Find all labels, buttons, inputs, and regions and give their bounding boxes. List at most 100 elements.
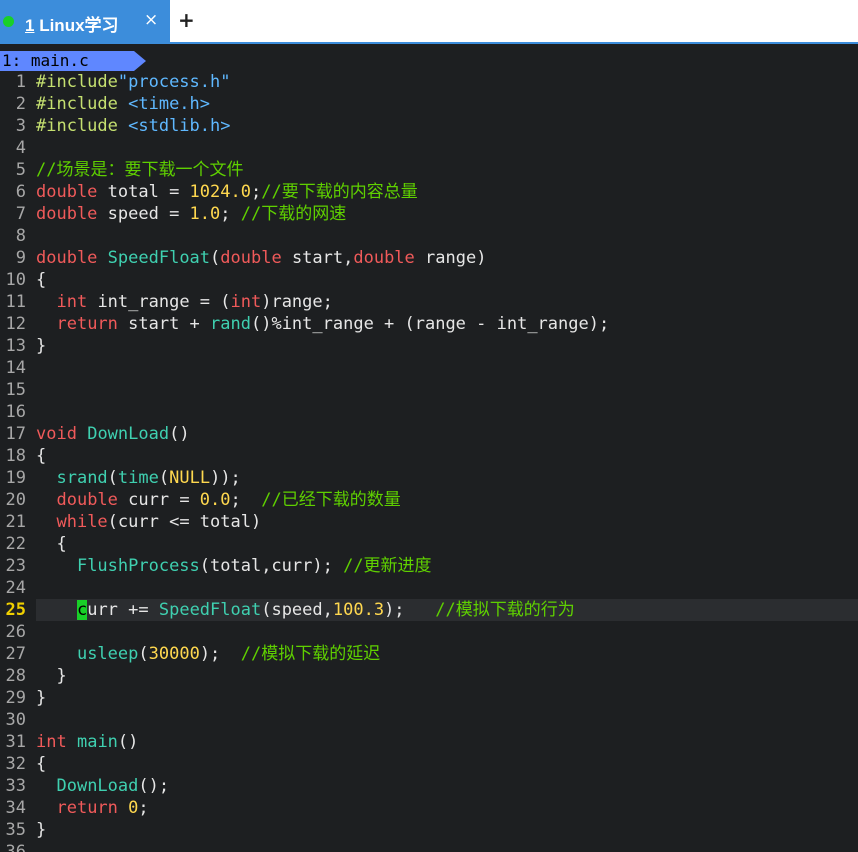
tab-linux[interactable]: 1 Linux学习 × (0, 0, 170, 42)
code-line[interactable]: 32 { (0, 753, 858, 775)
line-number: 3 (15, 116, 26, 136)
code-line[interactable]: 8 (0, 225, 858, 247)
code-line[interactable]: 16 (0, 401, 858, 423)
code-token: //模拟下载的行为 (435, 600, 575, 620)
code-line[interactable]: 35} (0, 819, 858, 841)
line-number: 11 (5, 292, 26, 312)
code-token: () (169, 424, 190, 444)
code-token: //已经下载的数量 (261, 490, 401, 510)
code-line[interactable]: 12 return start + rand()%int_range + (ra… (0, 313, 858, 335)
tab-label: Linux学习 (39, 16, 119, 35)
editor-pane[interactable]: 1: main.c 1 #include"process.h" 2 #include … (0, 46, 858, 852)
line-number: 30 (5, 710, 26, 730)
code-line[interactable]: 25 curr += SpeedFloat(speed,100.3); //模拟… (0, 599, 858, 621)
code-line[interactable]: 24 (0, 577, 858, 599)
close-icon[interactable]: × (144, 10, 158, 30)
code-line[interactable]: 4 (0, 137, 858, 159)
code-line[interactable]: 2 #include <time.h> (0, 93, 858, 115)
line-number: 4 (15, 138, 26, 158)
code-token: SpeedFloat (158, 600, 262, 620)
code-token: 0 (128, 798, 139, 818)
code-line[interactable]: 27 usleep(30000); //模拟下载的延迟 (0, 643, 858, 665)
code-line[interactable]: 23 FlushProcess(total,curr); //更新进度 (0, 555, 858, 577)
code-token: ); (384, 600, 436, 620)
line-text: return 0; (36, 797, 148, 819)
code-token: urr += (87, 600, 159, 620)
code-token: double (353, 248, 415, 268)
line-text: } (36, 335, 46, 357)
code-token: ( (158, 468, 170, 488)
code-line[interactable]: 28 } (0, 665, 858, 687)
code-token: ; (220, 204, 241, 224)
line-text: } (36, 687, 46, 709)
code-token: #include (36, 72, 118, 92)
code-line[interactable]: 30 (0, 709, 858, 731)
line-number: 25 (5, 600, 26, 620)
code-line[interactable]: 33 DownLoad(); (0, 775, 858, 797)
code-line[interactable]: 18 { (0, 445, 858, 467)
line-number: 26 (5, 622, 26, 642)
code-token: (); (138, 776, 170, 796)
code-token: int (56, 292, 88, 312)
code-line[interactable]: 34 return 0; (0, 797, 858, 819)
line-text: { (36, 445, 46, 467)
tab-title: 1 Linux学习 (25, 11, 119, 36)
code-token: rand (210, 314, 251, 334)
code-line[interactable]: 13} (0, 335, 858, 357)
code-token: { (36, 754, 47, 774)
line-number: 9 (15, 248, 26, 268)
code-line[interactable]: 9 double SpeedFloat(double start,double r… (0, 247, 858, 269)
line-text: { (36, 269, 46, 291)
code-line[interactable]: 10 { (0, 269, 858, 291)
code-token: main (76, 732, 118, 752)
line-text: curr += SpeedFloat(speed,100.3); //模拟下载的… (36, 599, 575, 621)
code-token: void (36, 424, 77, 444)
code-line[interactable]: 36 (0, 841, 858, 852)
code-area[interactable]: 1 #include"process.h" 2 #include <time.h> 3 #… (0, 71, 858, 852)
status-dot-icon (3, 16, 14, 27)
code-token: int_range = ( (87, 292, 231, 312)
code-token: { (36, 446, 47, 466)
code-token: range) (414, 248, 487, 268)
code-line[interactable]: 29} (0, 687, 858, 709)
code-token: curr = (117, 490, 200, 510)
code-token: (speed, (261, 600, 333, 620)
code-line[interactable]: 1 #include"process.h" (0, 71, 858, 93)
code-token: SpeedFloat (107, 248, 211, 268)
code-line[interactable]: 14 (0, 357, 858, 379)
code-token: double (220, 248, 282, 268)
code-line[interactable]: 17 void DownLoad() (0, 423, 858, 445)
code-line[interactable]: 20 double curr = 0.0; //已经下载的数量 (0, 489, 858, 511)
code-line[interactable]: 22 { (0, 533, 858, 555)
code-token: DownLoad (56, 776, 139, 796)
line-text: } (36, 819, 46, 841)
code-line[interactable]: 5 //场景是：要下载一个文件 (0, 159, 858, 181)
line-number: 23 (5, 556, 26, 576)
code-line[interactable]: 3 #include <stdlib.h> (0, 115, 858, 137)
code-line[interactable]: 6 double total = 1024.0;//要下载的内容总量 (0, 181, 858, 203)
code-line[interactable]: 26 (0, 621, 858, 643)
line-number: 5 (15, 160, 26, 180)
code-line[interactable]: 21 while(curr <= total) (0, 511, 858, 533)
line-number: 29 (5, 688, 26, 708)
line-text: FlushProcess(total,curr); //更新进度 (36, 555, 432, 577)
code-token: DownLoad (87, 424, 170, 444)
new-tab-button[interactable]: + (178, 8, 195, 32)
code-line[interactable]: 15 (0, 379, 858, 401)
code-line[interactable]: 7 double speed = 1.0; //下载的网速 (0, 203, 858, 225)
line-text: double speed = 1.0; //下载的网速 (36, 203, 346, 225)
code-token: start + (117, 314, 211, 334)
code-token: { (36, 534, 67, 554)
buffer-tab[interactable]: 1: main.c (0, 51, 134, 71)
code-line[interactable]: 11 int int_range = (int)range; (0, 291, 858, 313)
code-token: } (36, 688, 47, 708)
code-line[interactable]: 31 int main() (0, 731, 858, 753)
line-text: DownLoad(); (36, 775, 169, 797)
code-line[interactable]: 19 srand(time(NULL)); (0, 467, 858, 489)
